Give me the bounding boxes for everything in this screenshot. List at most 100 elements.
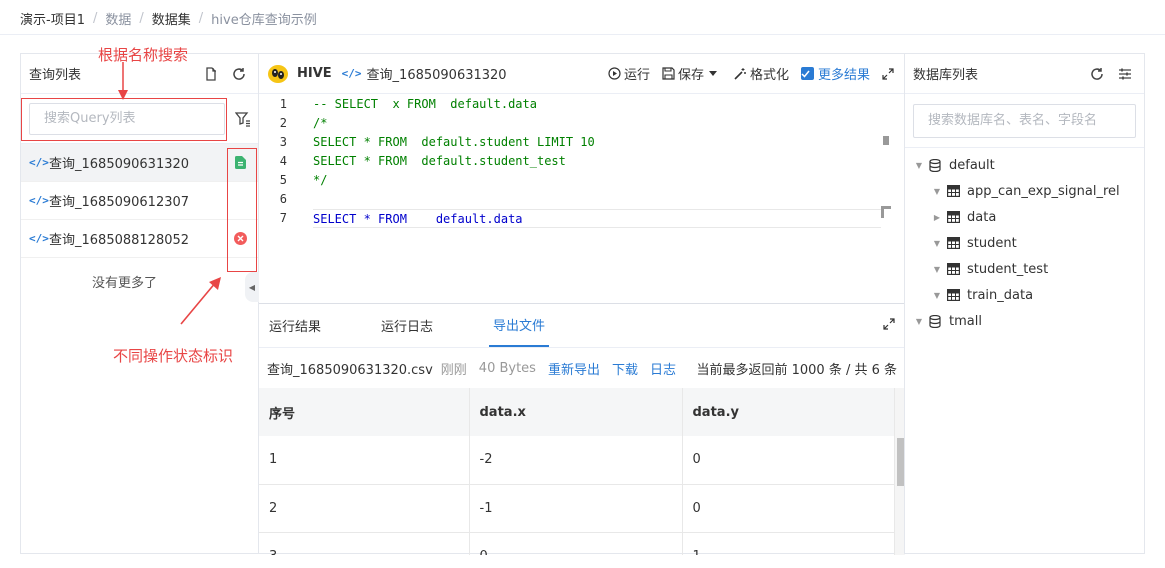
annotation-status-note: 不同操作状态标识 xyxy=(113,347,234,365)
result-table: 序号 data.x data.y 1 -2 0 2 -1 0 3 xyxy=(259,388,895,555)
breadcrumb-separator: / xyxy=(198,10,204,26)
code-line: SELECT * FROM default.student LIMIT 10 xyxy=(313,135,595,149)
tree-node-table[interactable]: ▼ student_test xyxy=(905,256,1144,282)
fullscreen-button[interactable] xyxy=(882,67,897,80)
table-icon xyxy=(945,287,961,303)
new-query-icon[interactable] xyxy=(200,63,222,85)
query-item[interactable]: </> 查询_1685090612307 xyxy=(21,182,258,220)
database-search-bar xyxy=(905,94,1144,148)
annotation-search-box xyxy=(21,98,227,141)
export-file-time: 刚刚 xyxy=(440,362,467,378)
breadcrumb-data[interactable]: 数据 xyxy=(105,9,131,28)
save-button[interactable]: 保存 xyxy=(662,64,721,83)
query-tab-title: 查询_1685090631320 xyxy=(366,68,507,83)
table-row: 2 -1 0 xyxy=(259,484,895,533)
collapse-left-handle[interactable]: ◀ xyxy=(245,272,259,302)
code-area[interactable]: -- SELECT x FROM default.data /* SELECT … xyxy=(313,94,881,228)
database-icon xyxy=(927,313,943,329)
table-icon xyxy=(945,209,961,225)
caret-down-icon[interactable]: ▼ xyxy=(929,239,945,248)
run-button-label: 运行 xyxy=(623,68,650,83)
tree-node-label: app_can_exp_signal_rel xyxy=(967,183,1120,199)
line-number: 3 xyxy=(279,135,287,149)
code-line: SELECT * FROM default.data xyxy=(313,209,881,228)
editor-panel: HIVE </> 查询_1685090631320 运行 保存 格式化 更多结果… xyxy=(259,53,905,555)
table-scrollbar-thumb[interactable] xyxy=(897,438,904,486)
table-icon xyxy=(945,183,961,199)
sql-editor[interactable]: 1 2 3 4 5 6 7 -- SELECT x FROM default.d… xyxy=(259,94,905,304)
save-button-label: 保存 xyxy=(677,68,704,83)
tree-node-label: student_test xyxy=(967,261,1049,277)
code-line: SELECT * FROM default.student_test xyxy=(313,154,566,168)
breadcrumb: 演示-项目1 / 数据 / 数据集 / hive仓库查询示例 xyxy=(20,8,317,28)
column-header[interactable]: data.y xyxy=(682,388,895,436)
export-file-row: 查询_1685090631320.csv 刚刚 40 Bytes 重新导出 下载… xyxy=(259,348,905,388)
run-button[interactable]: 运行 xyxy=(608,64,650,83)
table-cell: 1 xyxy=(682,532,895,555)
database-icon xyxy=(927,157,943,173)
caret-down-icon[interactable]: ▼ xyxy=(911,317,927,326)
caret-down-icon[interactable]: ▼ xyxy=(929,187,945,196)
tree-node-label: data xyxy=(967,209,997,225)
column-header[interactable]: 序号 xyxy=(259,388,470,436)
breadcrumb-dataset[interactable]: 数据集 xyxy=(152,9,191,28)
tree-node-db[interactable]: ▼ default xyxy=(905,152,1144,178)
query-item-label: 查询_1685088128052 xyxy=(49,233,190,248)
tree-node-table[interactable]: ▼ student xyxy=(905,230,1144,256)
export-file-size: 40 Bytes xyxy=(478,360,536,376)
reexport-link[interactable]: 重新导出 xyxy=(548,359,600,378)
table-cell: 0 xyxy=(682,484,895,533)
caret-right-icon[interactable]: ▶ xyxy=(929,213,945,222)
save-icon xyxy=(662,67,675,80)
line-number: 5 xyxy=(279,173,287,187)
breadcrumb-separator: / xyxy=(92,10,98,26)
settings-sliders-icon[interactable] xyxy=(1114,63,1136,85)
query-item-label: 查询_1685090631320 xyxy=(49,157,190,172)
database-list-header: 数据库列表 xyxy=(905,54,1144,94)
line-number: 6 xyxy=(279,192,287,206)
editor-scrollbar[interactable] xyxy=(883,136,889,145)
database-list-title: 数据库列表 xyxy=(913,68,979,83)
table-cell: -1 xyxy=(469,484,683,533)
expand-icon[interactable] xyxy=(883,318,895,334)
checkbox-checked-icon xyxy=(800,67,814,80)
caret-down-icon[interactable]: ▼ xyxy=(929,265,945,274)
query-item[interactable]: </> 查询_1685088128052 xyxy=(21,220,258,258)
breadcrumb-project[interactable]: 演示-项目1 xyxy=(20,9,85,28)
expand-icon xyxy=(882,67,894,80)
database-search-input[interactable] xyxy=(913,103,1136,138)
tab-run-results[interactable]: 运行结果 xyxy=(269,304,321,347)
tree-node-label: student xyxy=(967,235,1017,251)
tab-run-log[interactable]: 运行日志 xyxy=(381,304,433,347)
code-icon: </> xyxy=(341,67,362,80)
caret-down-icon[interactable]: ▼ xyxy=(911,161,927,170)
caret-down-icon[interactable]: ▼ xyxy=(929,291,945,300)
annotation-arrow-icon xyxy=(118,62,128,100)
log-link[interactable]: 日志 xyxy=(650,359,676,378)
export-file-name: 查询_1685090631320.csv xyxy=(267,362,433,378)
database-tree: ▼ default ▼ app_can_exp_signal_rel ▶ dat… xyxy=(905,148,1144,334)
caret-down-icon xyxy=(708,70,717,76)
code-icon: </> xyxy=(29,194,49,207)
column-header[interactable]: data.x xyxy=(469,388,683,436)
header-divider xyxy=(0,34,1165,35)
code-line: /* xyxy=(313,116,328,130)
filter-icon[interactable] xyxy=(235,110,251,128)
refresh-icon[interactable] xyxy=(1086,63,1108,85)
format-button[interactable]: 格式化 xyxy=(733,64,789,83)
table-cell: 1 xyxy=(259,436,470,485)
tree-node-label: train_data xyxy=(967,287,1034,303)
more-results-checkbox[interactable]: 更多结果 xyxy=(800,64,870,83)
table-cell: 0 xyxy=(682,436,895,485)
code-icon: </> xyxy=(29,232,49,245)
query-item[interactable]: </> 查询_1685090631320 xyxy=(21,144,258,182)
tree-node-table[interactable]: ▼ app_can_exp_signal_rel xyxy=(905,178,1144,204)
tree-node-db[interactable]: ▼ tmall xyxy=(905,308,1144,334)
download-link[interactable]: 下载 xyxy=(612,359,638,378)
tree-node-table[interactable]: ▶ data xyxy=(905,204,1144,230)
tree-node-table[interactable]: ▼ train_data xyxy=(905,282,1144,308)
table-cell: 3 xyxy=(259,532,470,555)
breadcrumb-current: hive仓库查询示例 xyxy=(211,12,317,28)
tab-export-files[interactable]: 导出文件 xyxy=(489,304,550,347)
refresh-icon[interactable] xyxy=(228,63,250,85)
